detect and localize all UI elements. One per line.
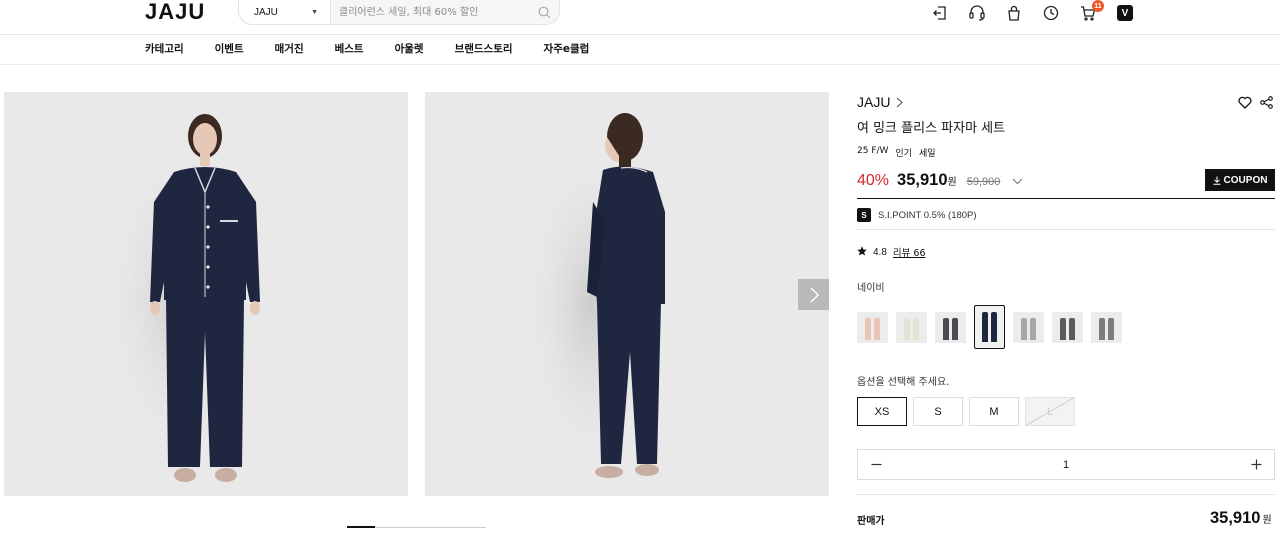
swatch-gray[interactable] [1091, 311, 1122, 343]
quantity-value: 1 [1062, 458, 1070, 471]
gnb-item-club[interactable]: 자주e클럽 [544, 42, 590, 56]
rating-value: 4.8 [873, 246, 887, 258]
gallery-progress-fill [347, 526, 375, 528]
customer-service-icon[interactable] [967, 4, 987, 22]
search-input[interactable] [331, 0, 529, 24]
point-icon: S [857, 208, 871, 222]
color-swatches [857, 305, 1122, 349]
v-icon[interactable]: V [1115, 4, 1135, 22]
point-divider [857, 229, 1275, 230]
total-label: 판매가 [857, 516, 885, 527]
chevron-down-icon: ▼ [311, 8, 318, 16]
option-prompt: 옵션을 선택해 주세요. [857, 377, 950, 388]
v-label: V [1117, 5, 1133, 21]
swatch-light-gray[interactable] [1013, 311, 1044, 343]
swatch-charcoal[interactable] [935, 311, 966, 343]
price-row: 40% 35,910 원 59,900 [857, 170, 1023, 190]
gallery-next-button[interactable] [798, 279, 829, 310]
gnb-item-magazine[interactable]: 매거진 [275, 42, 304, 56]
download-icon [1213, 176, 1221, 185]
swatch-ivory[interactable] [896, 311, 927, 343]
original-price: 59,900 [966, 176, 1001, 188]
coupon-button[interactable]: COUPON [1205, 169, 1275, 191]
tag-popular: 인기 [895, 149, 912, 159]
review-link[interactable]: 리뷰 66 [893, 245, 926, 259]
gnb-item-outlet[interactable]: 아울렛 [395, 42, 424, 56]
total-price-value: 35,910 [1210, 509, 1261, 527]
sale-price: 35,910 [897, 171, 948, 189]
sold-out-slash [1026, 398, 1074, 425]
nav-divider [0, 64, 1280, 65]
product-image-front[interactable] [4, 92, 408, 496]
rating: 4.8 리뷰 66 [857, 245, 926, 259]
brand-name: JAJU [857, 94, 891, 110]
gnb-item-best[interactable]: 베스트 [335, 42, 364, 56]
currency-unit: 원 [947, 177, 957, 188]
quantity-stepper: 1 [857, 449, 1275, 480]
shopping-bag-icon[interactable] [1004, 4, 1024, 22]
search-brand-select[interactable]: JAJU ▼ [239, 0, 331, 24]
size-xs-button[interactable]: XS [857, 397, 907, 426]
swatch-pink[interactable] [857, 311, 888, 343]
header-divider [0, 34, 1280, 35]
product-image-side[interactable] [425, 92, 829, 496]
gnb-item-brand-story[interactable]: 브랜드스토리 [455, 42, 513, 56]
star-icon [857, 245, 867, 259]
total-divider [857, 494, 1275, 495]
cart-count-badge: 11 [1092, 0, 1104, 12]
brand-link[interactable]: JAJU [857, 94, 904, 110]
swatch-navy[interactable] [974, 305, 1005, 349]
size-options: XS S M L [857, 397, 1075, 426]
utility-menu: 11 V [930, 0, 1135, 22]
share-icon[interactable] [1260, 94, 1273, 113]
search-bar: JAJU ▼ [238, 0, 560, 25]
total-price: 35,910 원 [1210, 509, 1272, 528]
product-tags: 25 F/W 인기 세일 [857, 146, 936, 159]
swatch-dark-gray[interactable] [1052, 311, 1083, 343]
size-l-button: L [1025, 397, 1075, 426]
logout-icon[interactable] [930, 4, 950, 22]
search-brand-value: JAJU [254, 6, 278, 18]
gallery-progress [347, 526, 486, 528]
chevron-down-icon[interactable] [1012, 170, 1023, 189]
search-icon[interactable] [529, 6, 559, 19]
gnb-item-category[interactable]: 카테고리 [145, 42, 184, 56]
chevron-right-icon [810, 287, 819, 302]
heart-icon[interactable] [1238, 94, 1252, 113]
product-actions [1238, 94, 1273, 113]
point-info: S S.I.POINT 0.5% (180P) [857, 208, 977, 222]
minus-icon[interactable] [869, 458, 883, 472]
size-s-button[interactable]: S [913, 397, 963, 426]
tag-sale: 세일 [918, 149, 936, 159]
brand-logo[interactable]: JAJU [145, 0, 205, 24]
gnb-item-event[interactable]: 이벤트 [215, 42, 244, 56]
cart-icon[interactable]: 11 [1078, 0, 1104, 22]
size-m-button[interactable]: M [969, 397, 1019, 426]
total-price-unit: 원 [1262, 515, 1272, 526]
color-name: 네이비 [857, 283, 885, 294]
price-divider [857, 198, 1275, 199]
recent-view-icon[interactable] [1041, 4, 1061, 22]
global-nav: 카테고리 이벤트 매거진 베스트 아울렛 브랜드스토리 자주e클럽 [145, 42, 620, 56]
point-text: S.I.POINT 0.5% (180P) [878, 209, 977, 221]
coupon-label: COUPON [1223, 174, 1268, 186]
tag-season: 25 F/W [857, 146, 889, 156]
plus-icon[interactable] [1249, 458, 1263, 472]
chevron-right-icon [897, 97, 904, 107]
discount-rate: 40% [857, 172, 890, 189]
product-name: 여 밍크 플리스 파자마 세트 [857, 121, 1006, 136]
